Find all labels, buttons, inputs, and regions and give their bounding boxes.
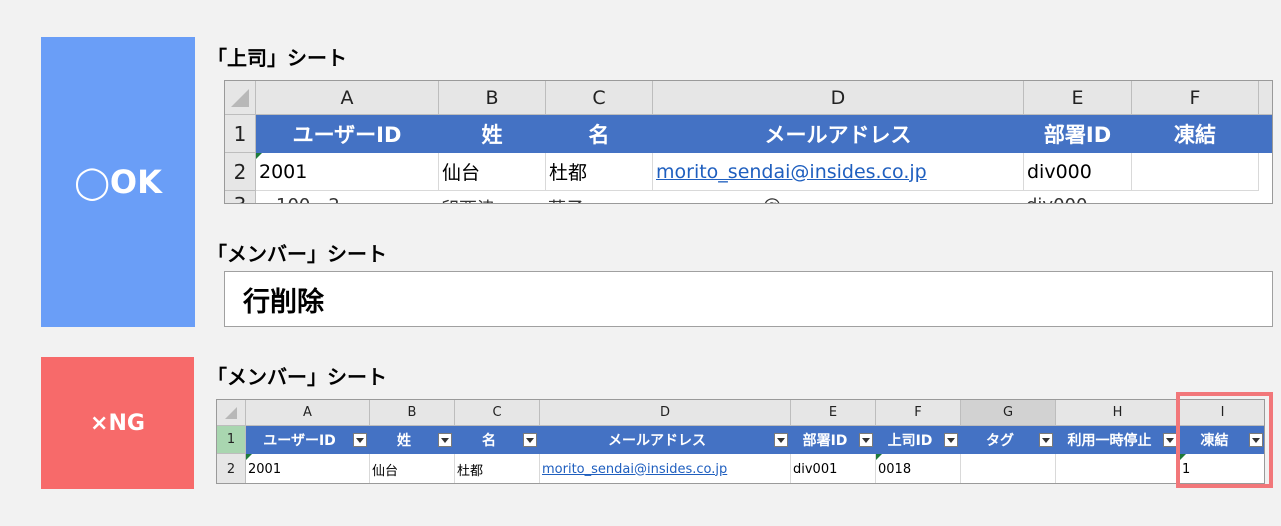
header-email[interactable]: メールアドレス (653, 115, 1024, 153)
row3-first-name[interactable]: 葉子 (548, 195, 584, 203)
header-next (1259, 115, 1272, 153)
cell-last-name[interactable]: 仙台 (439, 153, 546, 191)
ng-badge: ×NG (41, 357, 194, 489)
action-text-box: 行削除 (224, 271, 1273, 327)
ng-header-department-id[interactable]: 部署ID (791, 426, 876, 454)
header-frozen[interactable]: 凍結 (1132, 115, 1259, 153)
col-header-f[interactable]: F (1132, 81, 1259, 115)
filter-dropdown-icon[interactable] (523, 433, 537, 447)
ng-email-link[interactable]: morito_sendai@insides.co.jp (542, 462, 727, 477)
number-as-text-indicator-icon (256, 153, 262, 159)
filter-dropdown-icon[interactable] (438, 433, 452, 447)
cell-email[interactable]: morito_sendai@insides.co.jp (653, 153, 1024, 191)
col-header-e[interactable]: E (1024, 81, 1132, 115)
ok-badge: ◯OK (41, 37, 195, 327)
member-sheet-title-ng: 「メンバー」シート (207, 365, 387, 389)
ng-cell-department-id[interactable]: div001 (791, 454, 876, 483)
col-header-c[interactable]: C (546, 81, 653, 115)
row-header-3[interactable]: 3 (225, 191, 256, 203)
cell-department-id[interactable]: div000 (1024, 153, 1132, 191)
filter-dropdown-icon[interactable] (859, 433, 873, 447)
filter-dropdown-icon[interactable] (1039, 433, 1053, 447)
row-header-1[interactable]: 1 (225, 115, 256, 153)
frozen-column-highlight (1176, 392, 1273, 488)
ng-cell-tag[interactable] (961, 454, 1056, 483)
ng-header-boss-id-label: 上司ID (887, 433, 933, 449)
cell-first-name[interactable]: 杜都 (546, 153, 653, 191)
ng-header-last-name[interactable]: 姓 (370, 426, 455, 454)
ng-cell-suspended[interactable] (1056, 454, 1180, 483)
ng-header-first-name[interactable]: 名 (455, 426, 540, 454)
ng-cell-user-id[interactable]: 2001 (246, 454, 370, 483)
boss-sheet-title: 「上司」シート (207, 46, 347, 70)
ng-col-header-f[interactable]: F (876, 400, 961, 426)
header-department-id[interactable]: 部署ID (1024, 115, 1132, 153)
ng-header-suspended-label: 利用一時停止 (1067, 433, 1152, 449)
ng-cell-first-name[interactable]: 杜都 (455, 454, 540, 483)
ng-header-tag-label: タグ (986, 433, 1014, 449)
ng-col-header-e[interactable]: E (791, 400, 876, 426)
number-as-text-indicator-icon (246, 454, 252, 460)
row3-last-name[interactable]: 印西津 (441, 195, 495, 203)
ng-header-user-id-label: ユーザーID (263, 433, 336, 449)
ng-cell-boss-id-value: 0018 (878, 461, 912, 477)
filter-dropdown-icon[interactable] (1163, 433, 1177, 447)
boss-sheet-grid[interactable]: A B C D E F 1 2 3 ユーザーID 姓 名 メールアドレス 部署I… (224, 80, 1273, 204)
ng-col-header-c[interactable]: C (455, 400, 540, 426)
ng-header-boss-id[interactable]: 上司ID (876, 426, 961, 454)
header-first-name[interactable]: 名 (546, 115, 653, 153)
ng-header-user-id[interactable]: ユーザーID (246, 426, 370, 454)
ng-cell-email[interactable]: morito_sendai@insides.co.jp (540, 454, 791, 483)
row3-department-id[interactable]: div000 (1026, 195, 1087, 203)
cell-frozen[interactable] (1132, 153, 1259, 191)
col-header-next (1259, 81, 1272, 115)
filter-dropdown-icon[interactable] (774, 433, 788, 447)
row3-user-id[interactable]: …100…2 (258, 195, 340, 203)
number-as-text-indicator-icon (876, 454, 882, 460)
ng-header-email[interactable]: メールアドレス (540, 426, 791, 454)
ng-header-email-label: メールアドレス (608, 433, 706, 449)
select-all-corner-ng[interactable] (217, 400, 246, 426)
row-header-2[interactable]: 2 (225, 153, 256, 191)
email-link[interactable]: morito_sendai@insides.co.jp (656, 161, 927, 183)
ng-cell-boss-id[interactable]: 0018 (876, 454, 961, 483)
col-header-b[interactable]: B (439, 81, 546, 115)
ng-col-header-d[interactable]: D (540, 400, 791, 426)
col-header-a[interactable]: A (256, 81, 439, 115)
row3-email[interactable]: …@… (745, 195, 799, 203)
header-last-name[interactable]: 姓 (439, 115, 546, 153)
filter-dropdown-icon[interactable] (353, 433, 367, 447)
cell-user-id[interactable]: 2001 (256, 153, 439, 191)
select-all-icon (231, 88, 249, 107)
ng-col-header-a[interactable]: A (246, 400, 370, 426)
ng-col-header-h[interactable]: H (1056, 400, 1180, 426)
col-header-d[interactable]: D (653, 81, 1024, 115)
select-all-icon-ng (225, 406, 237, 419)
ng-header-first-name-label: 名 (482, 433, 496, 449)
member-sheet-title-ok: 「メンバー」シート (207, 242, 387, 266)
ng-row-header-2[interactable]: 2 (217, 454, 246, 483)
header-user-id[interactable]: ユーザーID (256, 115, 439, 153)
ng-col-header-b[interactable]: B (370, 400, 455, 426)
ng-header-last-name-label: 姓 (397, 433, 411, 449)
filter-dropdown-icon[interactable] (944, 433, 958, 447)
ng-header-tag[interactable]: タグ (961, 426, 1056, 454)
ng-row-header-1[interactable]: 1 (217, 426, 246, 454)
ng-header-department-id-label: 部署ID (802, 433, 848, 449)
select-all-corner[interactable] (225, 81, 256, 115)
ng-col-header-g[interactable]: G (961, 400, 1056, 426)
member-sheet-grid[interactable]: A B C D E F G H I 1 2 ユーザーID 姓 名 メールアドレス… (216, 399, 1265, 484)
ng-cell-last-name[interactable]: 仙台 (370, 454, 455, 483)
ng-header-suspended[interactable]: 利用一時停止 (1056, 426, 1180, 454)
ng-cell-user-id-value: 2001 (248, 461, 282, 477)
cell-user-id-value: 2001 (259, 160, 308, 183)
